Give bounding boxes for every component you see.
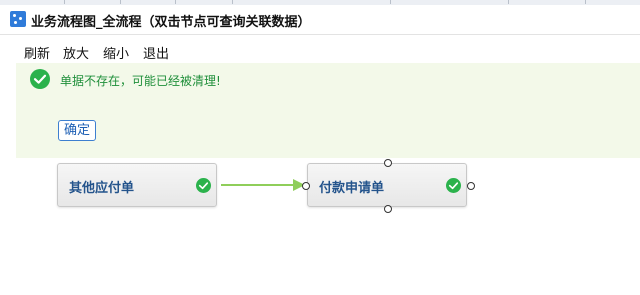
success-check-icon (30, 69, 50, 89)
check-circle-icon (196, 178, 211, 193)
connector-handle-bottom[interactable] (384, 205, 392, 213)
check-circle-icon (446, 178, 461, 193)
menu-bar: 刷新 放大 缩小 退出 (0, 35, 640, 63)
notice-panel: 单据不存在，可能已经被清理! 确定 (16, 63, 640, 158)
confirm-button[interactable]: 确定 (58, 120, 97, 141)
node-label: 其他应付单 (69, 181, 135, 196)
window-title: 业务流程图_全流程（双击节点可查询关联数据） (31, 15, 311, 30)
flow-node-payable[interactable]: 其他应付单 (57, 163, 217, 207)
connector-handle-top[interactable] (384, 159, 392, 167)
menu-item-zoom-out[interactable]: 缩小 (103, 43, 129, 62)
menu-item-refresh[interactable]: 刷新 (24, 43, 50, 62)
flow-node-payment-request[interactable]: 付款申请单 (307, 163, 467, 207)
flow-canvas[interactable]: 其他应付单 付款申请单 (0, 158, 640, 295)
menu-item-exit[interactable]: 退出 (143, 43, 169, 62)
menu-item-zoom-in[interactable]: 放大 (63, 43, 89, 62)
connector-handle-left[interactable] (302, 182, 310, 190)
title-bar: 业务流程图_全流程（双击节点可查询关联数据） (0, 5, 640, 35)
node-label: 付款申请单 (319, 181, 385, 196)
flowchart-app-icon (10, 11, 26, 27)
notice-message: 单据不存在，可能已经被清理! (60, 74, 221, 88)
connector-handle-right[interactable] (467, 182, 475, 190)
